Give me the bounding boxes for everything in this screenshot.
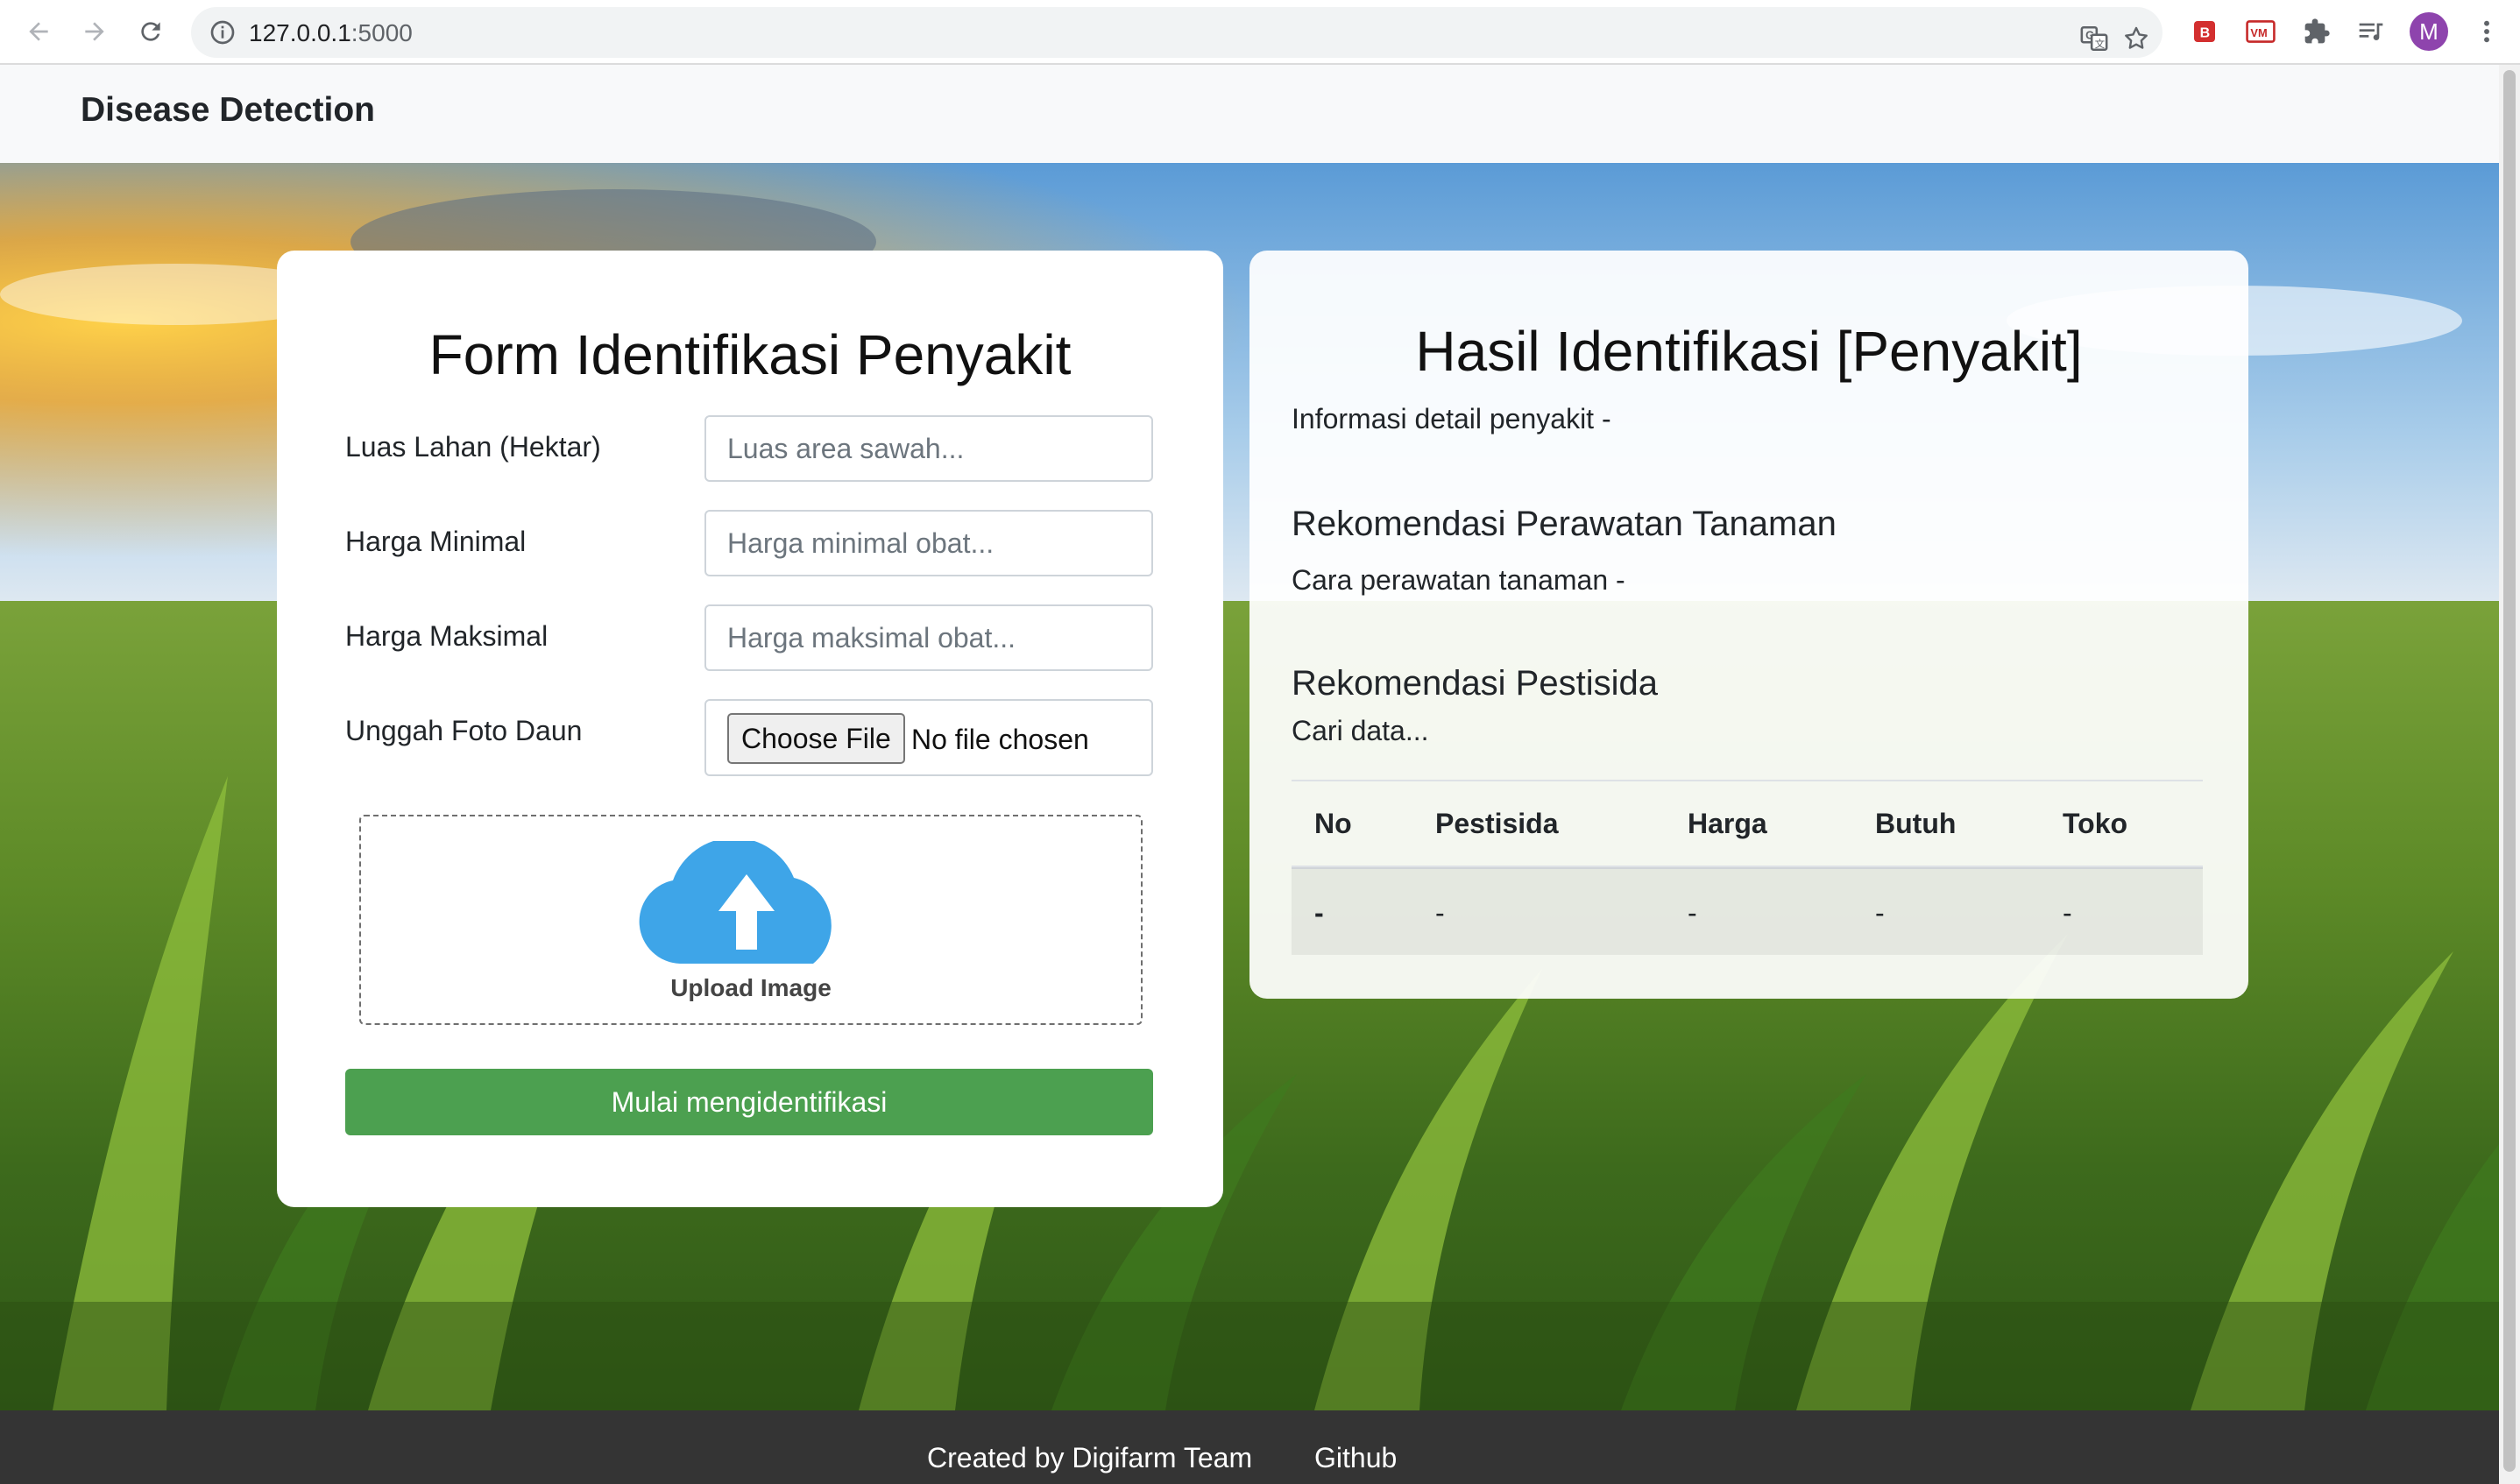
table-header-store: Toko (2063, 808, 2128, 839)
min-price-label: Harga Minimal (345, 526, 527, 557)
svg-text:B: B (2200, 26, 2211, 41)
table-cell-store: - (2063, 897, 2072, 929)
choose-file-button[interactable]: Choose File (727, 713, 905, 764)
scrollbar-thumb[interactable] (2503, 70, 2516, 1472)
care-text: Cara perawatan tanaman - (1292, 564, 1625, 596)
image-dropzone[interactable]: Upload Image (359, 815, 1143, 1025)
navbar-brand[interactable]: Disease Detection (81, 91, 375, 130)
identification-result-card: Hasil Identifikasi [Penyakit] Informasi … (1249, 251, 2248, 999)
extensions-puzzle-icon[interactable] (2297, 12, 2336, 51)
care-recommendation-heading: Rekomendasi Perawatan Tanaman (1292, 505, 1837, 543)
disease-detail-text: Informasi detail penyakit - (1292, 403, 1611, 435)
leaf-photo-file-input[interactable]: Choose File No file chosen (704, 699, 1153, 776)
url-text: 127.0.0.1:5000 (249, 19, 413, 47)
max-price-input[interactable] (704, 604, 1153, 671)
table-cell-pesticide: - (1435, 897, 1445, 929)
table-header-no: No (1314, 808, 1352, 839)
extension-b-icon[interactable]: B (2185, 12, 2224, 51)
profile-avatar[interactable]: M (2410, 12, 2448, 51)
address-bar[interactable]: 127.0.0.1:5000 G文 (191, 7, 2163, 58)
reading-list-icon[interactable] (2352, 12, 2390, 51)
table-header-need: Butuh (1875, 808, 1957, 839)
browser-toolbar: 127.0.0.1:5000 G文 B VM M (0, 0, 2520, 65)
site-footer: Created by Digifarm Team Github (0, 1410, 2499, 1484)
max-price-label: Harga Maksimal (345, 620, 549, 652)
min-price-input[interactable] (704, 510, 1153, 576)
table-cell-no: - (1314, 897, 1324, 929)
upload-image-label: Upload Image (670, 974, 832, 1001)
info-icon[interactable] (209, 18, 237, 46)
identification-form-card: Form Identifikasi Penyakit Luas Lahan (H… (277, 251, 1223, 1207)
svg-text:文: 文 (2095, 38, 2105, 50)
url-port: :5000 (350, 19, 413, 46)
back-icon[interactable] (19, 12, 58, 51)
url-host: 127.0.0.1 (249, 19, 351, 46)
footer-credit: Created by Digifarm Team (927, 1442, 1253, 1473)
land-area-label: Luas Lahan (Hektar) (345, 431, 601, 463)
forward-icon[interactable] (75, 12, 114, 51)
land-area-input[interactable] (704, 415, 1153, 482)
menu-kebab-icon[interactable] (2469, 12, 2504, 51)
table-cell-price: - (1688, 897, 1697, 929)
svg-text:VM: VM (2250, 26, 2267, 39)
star-icon[interactable] (2117, 19, 2155, 58)
form-title: Form Identifikasi Penyakit (428, 323, 1072, 386)
page-scrollbar[interactable] (2499, 65, 2520, 1484)
reload-icon[interactable] (131, 12, 170, 51)
table-header-pesticide: Pestisida (1435, 808, 1559, 839)
extension-vm-icon[interactable]: VM (2241, 12, 2280, 51)
start-identification-button[interactable]: Mulai mengidentifikasi (345, 1069, 1153, 1135)
result-title: Hasil Identifikasi [Penyakit] (1415, 320, 2083, 383)
github-link[interactable]: Github (1314, 1442, 1397, 1474)
table-cell-need: - (1875, 897, 1885, 929)
file-status-text: No file chosen (911, 724, 1089, 755)
site-navbar: Disease Detection (0, 65, 2499, 163)
table-top-border (1292, 780, 2203, 781)
pesticide-recommendation-heading: Rekomendasi Pestisida (1292, 664, 1658, 703)
translate-icon[interactable]: G文 (2075, 19, 2113, 58)
leaf-photo-label: Unggah Foto Daun (345, 715, 583, 746)
table-header-price: Harga (1688, 808, 1767, 839)
cloud-upload-icon (639, 841, 832, 964)
pesticide-search-status: Cari data... (1292, 715, 1429, 746)
